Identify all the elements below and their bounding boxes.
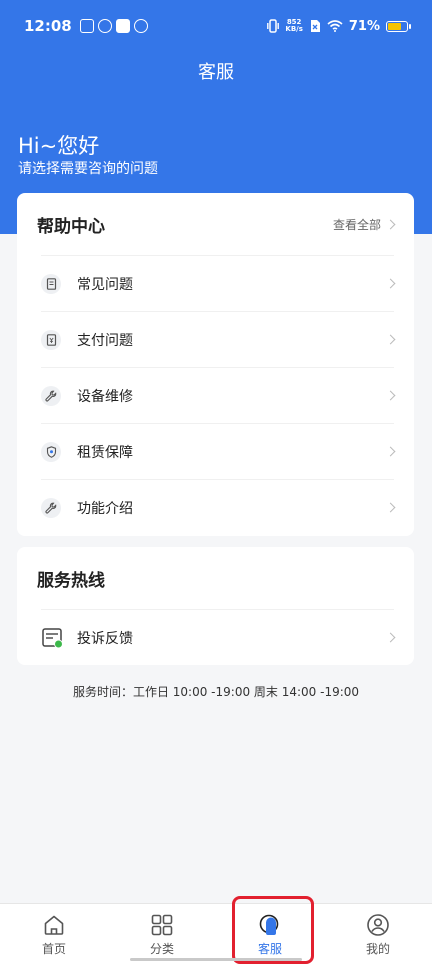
greeting: Hi~您好 [18,134,100,158]
help-item-label: 设备维修 [77,388,133,405]
notification-app-icon [79,19,94,33]
chevron-right-icon [385,446,396,457]
greeting-subtitle: 请选择需要咨询的问题 [18,161,158,177]
network-speed: 852 KB/s [285,19,302,33]
help-item-faq[interactable]: 常见问题 [41,255,396,311]
tiktok-icon [115,19,130,33]
chevron-right-icon [385,632,396,643]
wechat-icon [97,19,112,33]
tab-label: 分类 [149,942,174,956]
tab-mine[interactable]: 我的 [324,904,432,964]
status-bar: 12:08 852 KB/s 71% [0,0,432,52]
home-indicator[interactable] [130,958,302,961]
help-item-label: 常见问题 [77,276,133,293]
wrench-icon [41,385,61,406]
hotline-item-complaint[interactable]: 投诉反馈 [41,609,396,665]
notification-icons [79,19,148,33]
help-item-label: 租赁保障 [77,444,133,461]
view-all-link[interactable]: 查看全部 [332,216,396,233]
help-item-features[interactable]: 功能介绍 [41,479,396,535]
user-icon [367,914,389,936]
chevron-right-icon [385,390,396,401]
home-icon [44,915,64,935]
battery-icon [386,20,411,32]
status-time: 12:08 [24,17,72,35]
receipt-icon [41,329,61,350]
hotline-item-label: 投诉反馈 [77,630,133,647]
tab-home[interactable]: 首页 [0,904,108,964]
hotline-header: 服务热线 [17,547,414,609]
document-icon [41,273,61,294]
service-hours-text: 服务时间：工作日 10:00 -19:00 周末 14:00 -19:00 [72,685,360,699]
feedback-form-icon [41,626,65,650]
vibrate-icon [267,19,280,33]
help-item-label: 功能介绍 [77,500,133,517]
tab-label: 首页 [41,942,66,956]
tab-category[interactable]: 分类 [108,904,216,964]
shield-icon [41,441,61,462]
page-title: 客服 [198,62,234,83]
chevron-right-icon [385,278,396,289]
network-speed-unit: KB/s [285,25,303,33]
sim-icon [310,20,320,32]
help-item-payment[interactable]: 支付问题 [41,311,396,367]
status-right: 852 KB/s 71% [267,18,411,34]
tab-label: 我的 [365,942,390,956]
help-item-repair[interactable]: 设备维修 [41,367,396,423]
chevron-right-icon [385,502,396,513]
hotline-title: 服务热线 [37,570,105,591]
active-tab-highlight [232,896,314,964]
help-center-card: 帮助中心 查看全部 常见问题 支付问题 设备维修 租赁保障 功能介绍 [17,193,414,536]
help-center-header: 帮助中心 查看全部 [17,193,414,255]
chevron-right-icon [385,334,396,345]
view-all-label: 查看全部 [332,217,381,232]
hotline-card: 服务热线 投诉反馈 [17,547,414,665]
battery-percent: 71% [348,18,380,34]
wifi-icon [327,20,343,32]
bottom-tab-bar: 首页 分类 客服 我的 [0,903,432,964]
help-item-rental-guarantee[interactable]: 租赁保障 [41,423,396,479]
chevron-right-icon [385,219,396,229]
link-app-icon [133,19,148,33]
wrench-icon [41,497,61,518]
help-center-title: 帮助中心 [37,216,105,237]
help-item-label: 支付问题 [77,332,133,349]
grid-icon [151,914,173,936]
